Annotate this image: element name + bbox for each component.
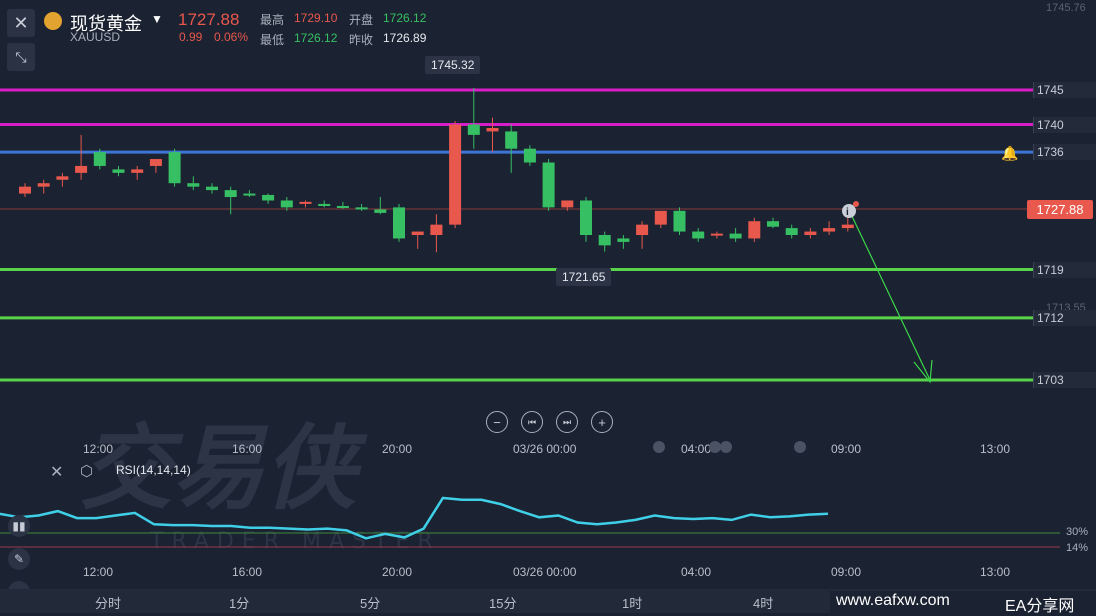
candle-body[interactable]	[523, 148, 536, 163]
rsi-x-tick-2: 16:00	[232, 565, 263, 579]
candle-body[interactable]	[804, 231, 817, 235]
x-tick-5: 04:00	[681, 442, 712, 456]
close-indicator-icon[interactable]: ✕	[50, 462, 63, 482]
scroll-end-button[interactable]: ⏭	[556, 411, 578, 433]
level-tag-1740: 1740	[1033, 116, 1096, 133]
tab-timeshare[interactable]: 分时	[95, 593, 121, 612]
candle-body[interactable]	[37, 183, 50, 187]
candle-body[interactable]	[580, 200, 592, 235]
rsi-x-tick-6: 09:00	[831, 565, 862, 579]
candle-body[interactable]	[636, 224, 649, 235]
level-tag-1703: 1703	[1033, 372, 1096, 388]
candlestick-chart[interactable]: 交易侠 TRADER MASTER i	[0, 0, 1096, 613]
candle-body[interactable]	[336, 206, 349, 208]
level-tag-1719: 1719	[1033, 261, 1096, 278]
candle-body[interactable]	[206, 186, 218, 191]
candle-body[interactable]	[56, 176, 69, 180]
candle-body[interactable]	[467, 124, 480, 135]
candle-body[interactable]	[598, 235, 611, 246]
tab-5min[interactable]: 5分	[360, 593, 380, 612]
tab-1min[interactable]: 1分	[229, 593, 249, 612]
scroll-start-button[interactable]: ⏮	[521, 411, 543, 433]
rsi-14-label: 14%	[1066, 542, 1089, 554]
candle-body[interactable]	[280, 200, 293, 208]
candle-body[interactable]	[393, 207, 405, 239]
rsi-x-tick-7: 13:00	[980, 565, 1011, 579]
forecast-arrow	[849, 211, 931, 381]
settings-icon[interactable]: ⬡	[80, 462, 93, 480]
candle-body[interactable]	[411, 231, 424, 235]
candle-body[interactable]	[654, 210, 667, 225]
candle-body[interactable]	[449, 124, 462, 225]
candle-body[interactable]	[785, 228, 798, 235]
zoom-in-button[interactable]: +	[591, 411, 613, 433]
rsi-label: RSI(14,14,14)	[116, 463, 191, 477]
candle-body[interactable]	[561, 200, 574, 208]
pencil-icon[interactable]: ✎	[8, 548, 30, 570]
bell-icon[interactable]: 🔔	[1001, 145, 1018, 162]
x-tick-7: 13:00	[980, 442, 1011, 456]
x-tick-3: 20:00	[382, 442, 413, 456]
rsi-x-tick-3: 20:00	[382, 565, 413, 579]
low-marker-label: 1721.65	[556, 268, 612, 286]
candle-body[interactable]	[729, 233, 742, 239]
x-tick-4: 03/26 00:00	[513, 442, 577, 456]
site-name: EA分享网	[1005, 598, 1075, 615]
candle-body[interactable]	[149, 159, 162, 166]
candle-body[interactable]	[224, 190, 237, 198]
candle-body[interactable]	[505, 131, 518, 149]
level-tag-1736: 1736	[1033, 144, 1096, 161]
timeframe-bar: 分时 1分 5分 15分 1时 4时 www.eafxw.com EA分享网	[0, 589, 1096, 615]
candle-body[interactable]	[486, 127, 499, 132]
candle-body[interactable]	[841, 224, 854, 229]
x-tick-1: 12:00	[83, 442, 114, 456]
candle-body[interactable]	[355, 207, 368, 210]
zoom-out-button[interactable]: −	[486, 411, 508, 433]
rsi-x-tick-1: 12:00	[83, 565, 114, 579]
candle-body[interactable]	[542, 162, 555, 208]
rsi-x-tick-4: 03/26 00:00	[513, 565, 577, 579]
event-dot-icon[interactable]	[720, 441, 732, 453]
candle-body[interactable]	[75, 165, 88, 173]
info-marker-glyph: i	[846, 207, 849, 218]
event-dot-icon[interactable]	[653, 441, 665, 453]
event-dot-icon[interactable]	[794, 441, 806, 453]
candle-body[interactable]	[262, 194, 275, 201]
candle-body[interactable]	[299, 201, 312, 204]
candle-body[interactable]	[131, 169, 144, 173]
site-url[interactable]: www.eafxw.com	[836, 592, 950, 610]
candle-body[interactable]	[374, 209, 387, 213]
alert-dot	[853, 201, 859, 207]
candle-body[interactable]	[710, 233, 723, 236]
tab-15min[interactable]: 15分	[489, 593, 516, 612]
tab-1hour[interactable]: 1时	[622, 593, 642, 612]
candle-body[interactable]	[243, 193, 256, 196]
candle-body[interactable]	[823, 228, 836, 232]
candle-body[interactable]	[19, 186, 31, 194]
level-tag-1712: 1712	[1033, 309, 1096, 326]
x-tick-2: 16:00	[232, 442, 263, 456]
candle-body[interactable]	[318, 203, 331, 206]
high-marker-label: 1745.32	[425, 56, 481, 74]
candle-body[interactable]	[93, 152, 106, 166]
candle-body[interactable]	[673, 210, 686, 232]
indicator-icon[interactable]: ▮▮	[8, 515, 30, 537]
candle-body[interactable]	[748, 221, 761, 239]
x-tick-6: 09:00	[831, 442, 862, 456]
level-tag-1745: 1745	[1033, 82, 1096, 98]
rsi-30-label: 30%	[1066, 526, 1089, 538]
rsi-x-tick-5: 04:00	[681, 565, 712, 579]
current-price-tag: 1727.88	[1027, 200, 1093, 219]
candle-body[interactable]	[617, 238, 630, 242]
candle-body[interactable]	[767, 221, 779, 227]
candle-body[interactable]	[692, 231, 705, 239]
tab-4hour[interactable]: 4时	[753, 593, 773, 612]
candle-body[interactable]	[112, 169, 125, 173]
candle-body[interactable]	[187, 183, 200, 187]
candle-body[interactable]	[430, 224, 443, 235]
candle-body[interactable]	[168, 152, 181, 184]
